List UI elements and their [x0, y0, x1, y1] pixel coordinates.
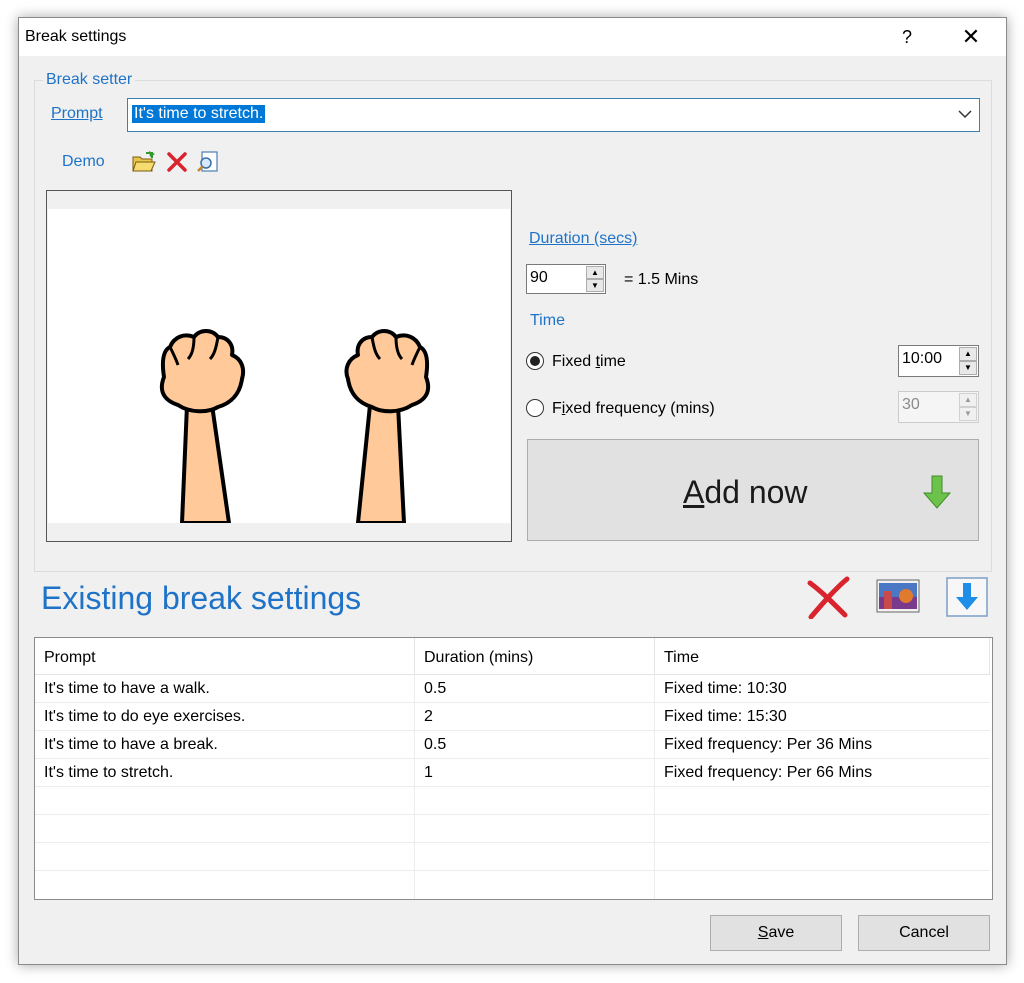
fixed-time-decrement-button[interactable]: ▼ [959, 361, 977, 375]
fixed-frequency-value: 30 [902, 396, 920, 413]
prompt-combobox[interactable]: It's time to stretch. [127, 98, 980, 132]
prompt-selected-text[interactable]: It's time to stretch. [132, 105, 266, 123]
table-row-empty [35, 843, 990, 871]
save-accel: S [757, 924, 769, 941]
fixed-time-label-pre: Fixed [552, 353, 596, 370]
fixed-frequency-spinner-buttons: ▲ ▼ [959, 393, 977, 421]
chevron-down-icon[interactable] [957, 105, 973, 123]
cell-time: Fixed frequency: Per 66 Mins [664, 764, 873, 781]
left-arm [159, 329, 246, 525]
cell-empty [415, 815, 655, 843]
duration-spinner-buttons: ▲ ▼ [586, 266, 604, 292]
duration-increment-button[interactable]: ▲ [586, 266, 604, 279]
close-button[interactable]: ✕ [954, 23, 988, 51]
image-thumbnail-icon[interactable] [876, 579, 920, 613]
fixed-frequency-radio[interactable] [526, 399, 544, 417]
cell-empty [35, 815, 415, 843]
preview-search-icon[interactable] [196, 151, 220, 173]
cell-duration: 2 [415, 703, 655, 731]
cell-time: Fixed frequency: Per 36 Mins [664, 736, 873, 753]
prompt-label[interactable]: Prompt [51, 105, 103, 123]
fixed-time-value[interactable]: 10:00 [902, 350, 942, 368]
column-header-duration[interactable]: Duration (mins) [415, 638, 655, 675]
duration-spinner[interactable]: 90 ▲ ▼ [526, 264, 606, 294]
add-now-label-rest: dd now [704, 474, 808, 510]
add-now-button[interactable]: Add now [527, 439, 979, 541]
table-row-empty [35, 815, 990, 843]
fixed-frequency-label[interactable]: Fixed frequency (mins) [552, 400, 715, 418]
column-header-time[interactable]: Time [655, 638, 990, 675]
table-row[interactable]: It's time to have a break. 0.5 Fixed fre… [35, 731, 990, 759]
save-button[interactable]: Save [710, 915, 842, 951]
title-bar: Break settings ? ✕ [19, 18, 1006, 56]
cell-time: Fixed time: 10:30 [664, 680, 787, 697]
cell-prompt: It's time to have a break. [35, 731, 415, 759]
add-now-label: Add now [683, 474, 808, 511]
right-arm [344, 329, 431, 525]
cell-prompt: It's time to do eye exercises. [35, 703, 415, 731]
symbol-image-area [48, 209, 510, 525]
cell-empty [415, 787, 655, 815]
demo-label[interactable]: Demo [62, 153, 105, 171]
table-row-empty [35, 871, 990, 899]
delete-red-x-icon[interactable] [805, 575, 853, 619]
fixed-frequency-spinner: 30 ▲ ▼ [898, 391, 979, 423]
cell-duration: 0.5 [415, 731, 655, 759]
fixed-frequency-label-pre: F [552, 400, 562, 417]
break-setter-group-label: Break setter [43, 71, 136, 89]
cell-empty [415, 871, 655, 899]
cell-empty [35, 787, 415, 815]
fixed-time-increment-button[interactable]: ▲ [959, 347, 977, 361]
cell-prompt: It's time to stretch. [35, 759, 415, 787]
add-now-accel: A [683, 474, 705, 510]
fixed-time-radio[interactable] [526, 352, 544, 370]
table-row[interactable]: It's time to do eye exercises. 2 Fixed t… [35, 703, 990, 731]
cell-time: Fixed time: 15:30 [664, 708, 787, 725]
save-label-rest: ave [768, 924, 795, 941]
green-down-arrow-icon [923, 475, 951, 509]
cell-duration: 1 [415, 759, 655, 787]
fixed-time-label[interactable]: Fixed time [552, 353, 626, 371]
symbol-preview [46, 190, 512, 542]
table-row-empty [35, 787, 990, 815]
column-header-prompt[interactable]: Prompt [35, 638, 415, 675]
help-button[interactable]: ? [894, 24, 920, 50]
cell-empty [35, 871, 415, 899]
cancel-button[interactable]: Cancel [858, 915, 990, 951]
cell-empty [415, 843, 655, 871]
existing-breaks-table[interactable]: Prompt Duration (mins) Time It's time to… [34, 637, 993, 900]
delete-icon[interactable] [165, 151, 189, 173]
fixed-frequency-label-post: xed frequency (mins) [565, 400, 715, 417]
time-label: Time [530, 312, 565, 329]
break-settings-dialog: Break settings ? ✕ Break setter Prompt I… [18, 17, 1007, 965]
table-row[interactable]: It's time to stretch. 1 Fixed frequency:… [35, 759, 990, 787]
duration-decrement-button[interactable]: ▼ [586, 279, 604, 292]
cell-empty [35, 843, 415, 871]
open-folder-icon[interactable] [132, 151, 156, 173]
cell-prompt: It's time to have a walk. [35, 675, 415, 703]
cell-duration: 0.5 [415, 675, 655, 703]
download-arrow-icon[interactable] [946, 577, 988, 617]
duration-value[interactable]: 90 [530, 269, 548, 287]
fixed-frequency-decrement-button: ▼ [959, 407, 977, 421]
existing-break-settings-title: Existing break settings [41, 580, 362, 616]
fixed-time-spinner-buttons: ▲ ▼ [959, 347, 977, 375]
duration-equivalent: = 1.5 Mins [624, 271, 699, 288]
table-row[interactable]: It's time to have a walk. 0.5 Fixed time… [35, 675, 990, 703]
fixed-time-spinner[interactable]: 10:00 ▲ ▼ [898, 345, 979, 377]
fixed-frequency-increment-button: ▲ [959, 393, 977, 407]
duration-label[interactable]: Duration (secs) [529, 230, 637, 248]
raised-fists-image [159, 329, 431, 525]
fixed-time-label-post: ime [600, 353, 626, 370]
window-title: Break settings [25, 28, 127, 45]
